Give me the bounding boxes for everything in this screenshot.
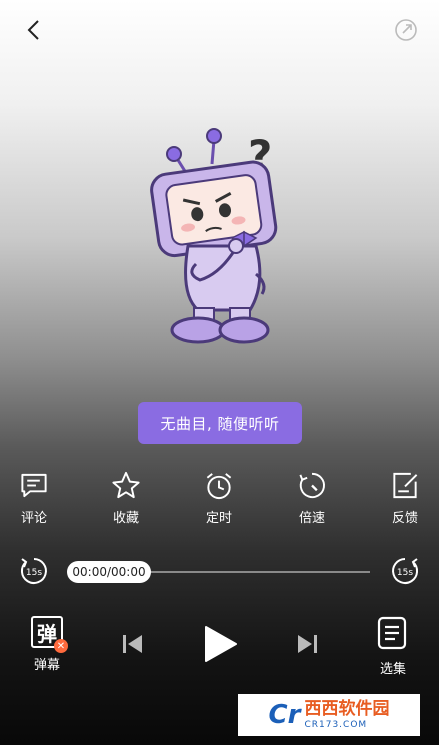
danmaku-button[interactable]: 弹 ✕ 弹幕 xyxy=(24,616,70,673)
watermark-mark: Cr xyxy=(268,700,301,730)
feedback-label: 反馈 xyxy=(391,511,418,526)
rewind-15s-button[interactable]: 15s xyxy=(17,554,51,588)
watermark-logo: Cr 西西软件园 CR173.COM xyxy=(238,694,420,736)
next-track-button[interactable] xyxy=(294,630,320,658)
alarm-clock-icon xyxy=(206,473,232,500)
timer-label: 定时 xyxy=(205,511,232,526)
danmaku-label: 弹幕 xyxy=(33,658,60,673)
previous-icon xyxy=(123,635,142,653)
time-display[interactable]: 00:00/00:00 xyxy=(67,561,151,583)
star-icon xyxy=(112,471,140,499)
svg-text:15s: 15s xyxy=(26,568,42,578)
rewind-15s-icon: 15s xyxy=(20,558,47,584)
comment-label: 评论 xyxy=(20,511,47,526)
back-button[interactable] xyxy=(18,14,50,46)
favorite-label: 收藏 xyxy=(112,511,139,526)
chevron-left-icon xyxy=(27,20,39,40)
play-button[interactable] xyxy=(200,624,240,664)
danmaku-off-badge-icon: ✕ xyxy=(54,639,68,653)
timer-button[interactable]: 定时 xyxy=(189,470,249,526)
comment-button[interactable]: 评论 xyxy=(4,470,64,526)
forward-15s-icon: 15s xyxy=(392,558,419,584)
random-listen-button[interactable]: 无曲目, 随便听听 xyxy=(138,402,302,444)
feedback-edit-icon xyxy=(393,472,418,499)
speed-icon xyxy=(299,472,325,499)
comment-icon xyxy=(21,473,47,498)
watermark-url: CR173.COM xyxy=(304,719,368,730)
favorite-button[interactable]: 收藏 xyxy=(96,470,156,526)
next-icon xyxy=(298,635,317,653)
share-icon xyxy=(395,19,417,41)
share-button[interactable] xyxy=(390,14,422,46)
svg-text:15s: 15s xyxy=(397,568,413,578)
danmaku-icon: 弹 ✕ xyxy=(31,616,68,653)
watermark-text: 西西软件园 xyxy=(304,698,390,719)
previous-track-button[interactable] xyxy=(120,630,146,658)
speed-label: 倍速 xyxy=(298,511,325,526)
playlist-icon xyxy=(377,616,407,650)
speed-button[interactable]: 倍速 xyxy=(282,470,342,526)
feedback-button[interactable]: 反馈 xyxy=(375,470,435,526)
mascot-illustration: ? xyxy=(140,124,300,354)
episodes-button[interactable]: 选集 xyxy=(370,616,416,677)
play-icon xyxy=(205,626,237,662)
forward-15s-button[interactable]: 15s xyxy=(388,554,422,588)
episodes-label: 选集 xyxy=(379,662,406,677)
